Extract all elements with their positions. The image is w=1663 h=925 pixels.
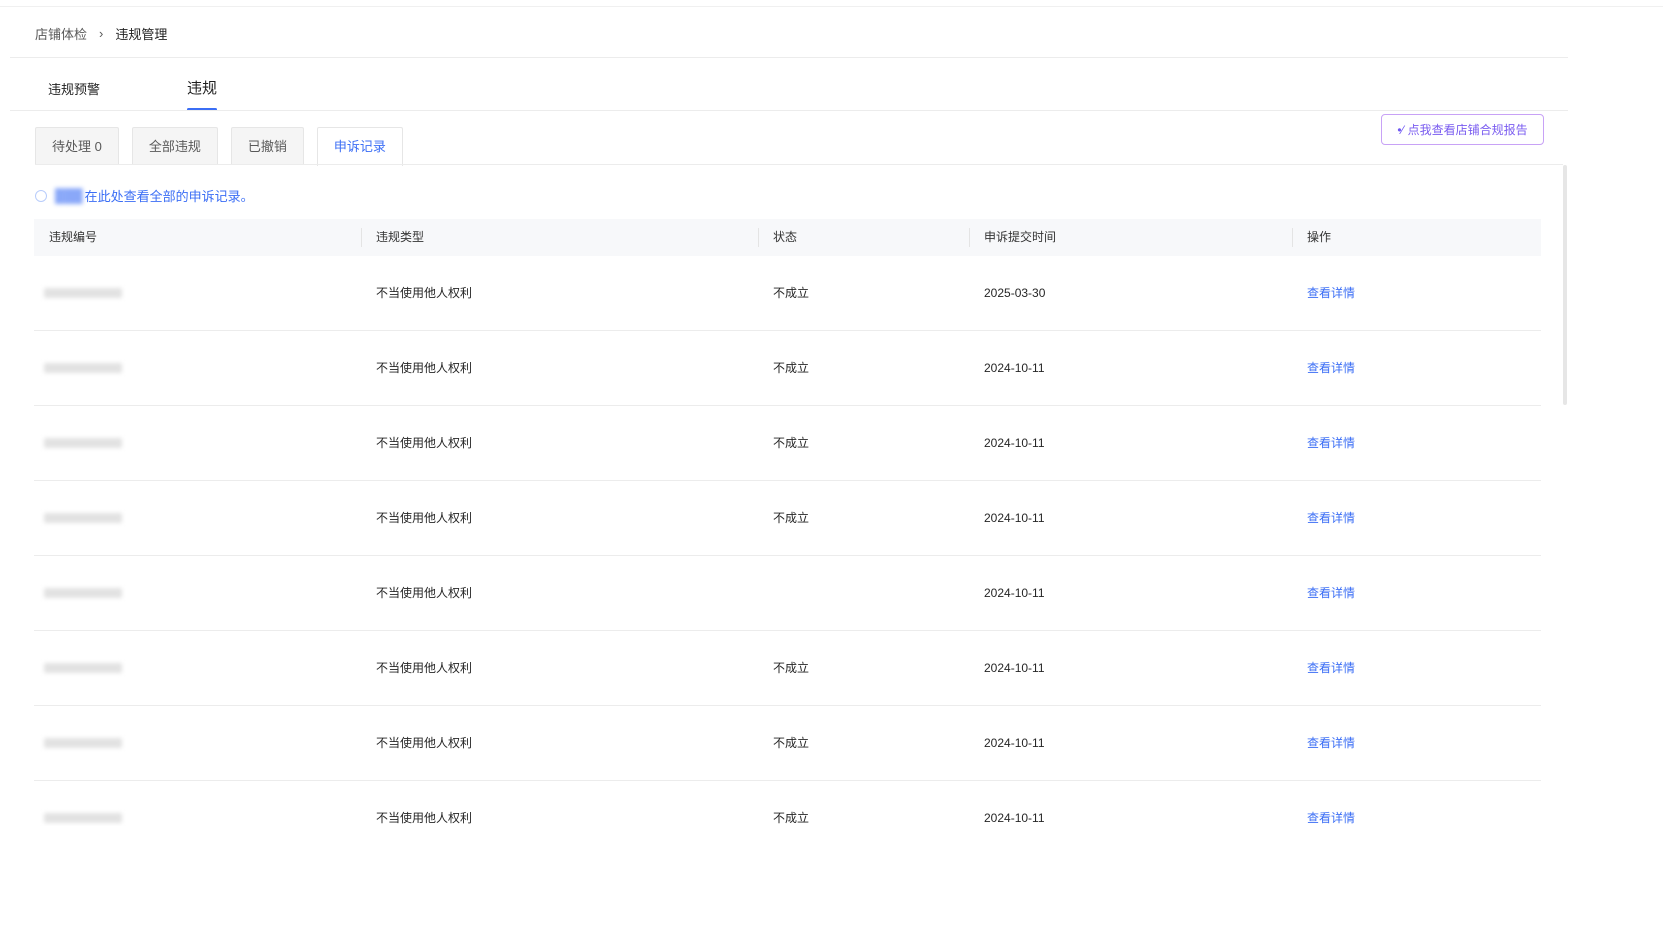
table-row: 不当使用他人权利 不成立 2024-10-11 查看详情: [34, 481, 1541, 556]
main-tabs: 违规预警 违规: [48, 78, 218, 111]
view-details-link[interactable]: 查看详情: [1307, 811, 1355, 825]
breadcrumb-separator-icon: ›: [99, 26, 104, 41]
appeal-time-cell: 2024-10-11: [984, 510, 1045, 525]
redacted-id: [44, 663, 122, 674]
view-details-link[interactable]: 查看详情: [1307, 736, 1355, 750]
view-details-link[interactable]: 查看详情: [1307, 361, 1355, 375]
redacted-id: [44, 813, 122, 824]
violation-type-cell: 不当使用他人权利: [376, 360, 473, 375]
redacted-id: [44, 738, 122, 749]
violation-id-cell: [34, 781, 361, 827]
violation-type-cell: 不当使用他人权利: [376, 285, 473, 300]
breadcrumb-parent[interactable]: 店铺体检: [35, 24, 87, 43]
violation-id-cell: [34, 556, 361, 631]
table-row: 不当使用他人权利 不成立 2024-10-11 查看详情: [34, 631, 1541, 706]
table-row: 不当使用他人权利 不成立 2024-10-11 查看详情: [34, 406, 1541, 481]
view-details-link[interactable]: 查看详情: [1307, 661, 1355, 675]
status-cell: 不成立: [773, 510, 810, 525]
status-cell: 不成立: [773, 735, 810, 750]
subtab-appeal-records[interactable]: 申诉记录: [316, 127, 403, 166]
tab-violation-warning[interactable]: 违规预警: [48, 78, 187, 110]
violation-id-cell: [34, 406, 361, 481]
appeal-time-cell: 2024-10-11: [984, 360, 1045, 375]
appeal-time-cell: 2024-10-11: [984, 435, 1045, 450]
table-row: 不当使用他人权利 不成立 2024-10-11 查看详情: [34, 706, 1541, 781]
violation-id-cell: [34, 706, 361, 781]
breadcrumb-divider: [10, 57, 1568, 58]
subtabs-divider: [35, 164, 1563, 165]
appeal-time-cell: 2024-10-11: [984, 585, 1045, 600]
violation-type-cell: 不当使用他人权利: [376, 435, 473, 450]
tab-violations[interactable]: 违规: [187, 78, 218, 111]
table-row: 不当使用他人权利 不成立 2025-03-30 查看详情: [34, 256, 1541, 331]
violation-type-cell: 不当使用他人权利: [376, 810, 473, 825]
compliance-report-button[interactable]: •⁄ 点我查看店铺合规报告: [1381, 114, 1544, 145]
table-row: 不当使用他人权利 2024-10-11 查看详情: [34, 556, 1541, 631]
status-cell: 不成立: [773, 285, 810, 300]
subtab-pending[interactable]: 待处理 0: [35, 127, 119, 165]
status-cell: 不成立: [773, 810, 810, 825]
tabs-divider: [10, 110, 1568, 111]
appeal-time-cell: 2024-10-11: [984, 660, 1045, 675]
view-details-link[interactable]: 查看详情: [1307, 586, 1355, 600]
column-header-violation-type: 违规类型: [361, 219, 758, 256]
table-row: 不当使用他人权利 不成立 2024-10-11 查看详情: [34, 781, 1541, 826]
violation-type-cell: 不当使用他人权利: [376, 735, 473, 750]
table-header: 违规编号 违规类型 状态 申诉提交时间 操作: [34, 219, 1541, 256]
subtab-revoked[interactable]: 已撤销: [230, 127, 304, 165]
column-header-appeal-time: 申诉提交时间: [969, 219, 1292, 256]
appeal-time-cell: 2024-10-11: [984, 735, 1045, 750]
vertical-scrollbar[interactable]: [1563, 165, 1567, 405]
violation-type-cell: 不当使用他人权利: [376, 510, 473, 525]
redacted-id: [44, 513, 122, 524]
top-divider: [0, 6, 1663, 7]
redacted-id: [44, 288, 122, 299]
view-details-link[interactable]: 查看详情: [1307, 511, 1355, 525]
info-notice: ███ 在此处查看全部的申诉记录。: [35, 186, 254, 205]
column-header-status: 状态: [758, 219, 969, 256]
status-cell: 不成立: [773, 360, 810, 375]
redacted-id: [44, 363, 122, 374]
sub-tabs: 待处理 0 全部违规 已撤销 申诉记录: [35, 127, 416, 166]
appeal-time-cell: 2025-03-30: [984, 285, 1046, 300]
status-cell: [758, 556, 969, 631]
violation-id-cell: [34, 481, 361, 556]
status-cell: 不成立: [773, 435, 810, 450]
view-details-link[interactable]: 查看详情: [1307, 286, 1355, 300]
compliance-report-label: 点我查看店铺合规报告: [1407, 123, 1528, 137]
violation-type-cell: 不当使用他人权利: [376, 660, 473, 675]
notice-text: 在此处查看全部的申诉记录。: [84, 189, 254, 204]
breadcrumb-current: 违规管理: [115, 27, 168, 42]
table-body: 不当使用他人权利 不成立 2025-03-30 查看详情 不当使用他人权利 不成…: [34, 256, 1541, 826]
status-cell: 不成立: [773, 660, 810, 675]
violation-id-cell: [34, 331, 361, 406]
sparkle-icon: •⁄: [1397, 122, 1404, 137]
redacted-id: [44, 438, 122, 449]
violation-id-cell: [34, 256, 361, 331]
appeal-time-cell: 2024-10-11: [984, 810, 1045, 825]
view-details-link[interactable]: 查看详情: [1307, 436, 1355, 450]
violation-type-cell: 不当使用他人权利: [376, 585, 473, 600]
breadcrumb: 店铺体检 › 违规管理: [35, 24, 167, 43]
subtab-all-violations[interactable]: 全部违规: [131, 127, 218, 165]
column-header-action: 操作: [1292, 219, 1541, 256]
appeal-records-table: 违规编号 违规类型 状态 申诉提交时间 操作 不当使用他人权利 不成立 2025…: [34, 219, 1541, 826]
violation-id-cell: [34, 631, 361, 706]
table-row: 不当使用他人权利 不成立 2024-10-11 查看详情: [34, 331, 1541, 406]
notice-redacted-prefix: ███: [55, 188, 83, 203]
column-header-violation-id: 违规编号: [49, 230, 98, 244]
redacted-id: [44, 588, 122, 599]
info-icon: [35, 189, 47, 202]
